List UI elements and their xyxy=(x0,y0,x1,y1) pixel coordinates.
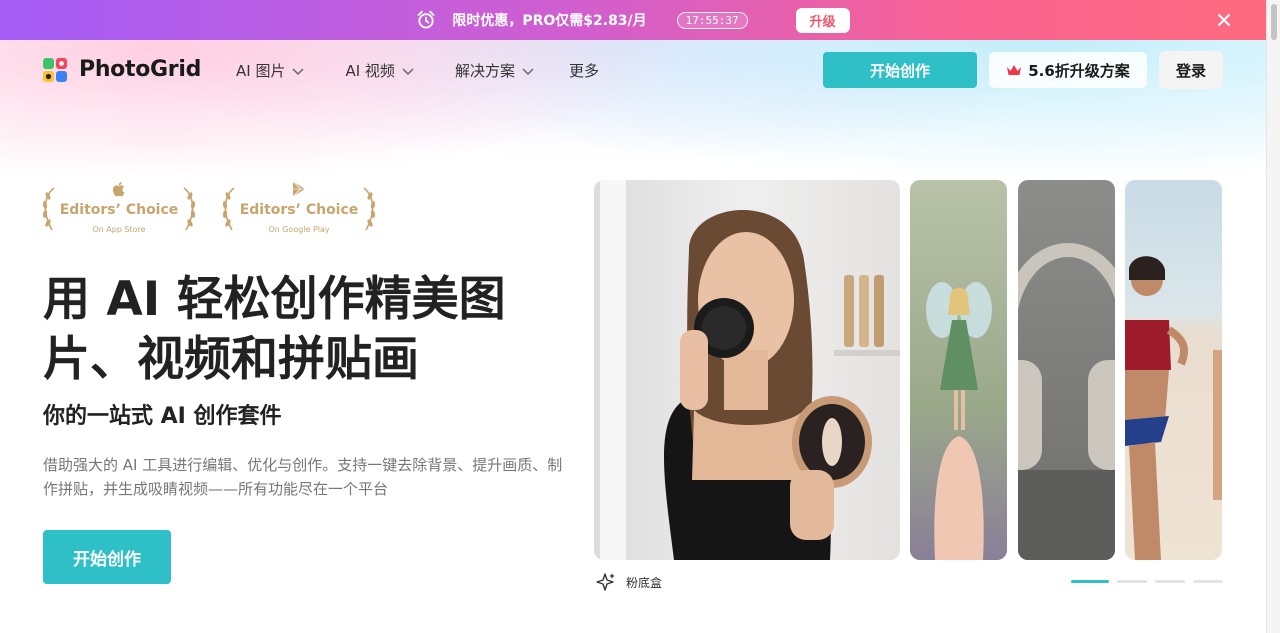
alarm-clock-icon xyxy=(417,10,435,29)
carousel-dot[interactable] xyxy=(1193,580,1223,583)
foundation-compact-photo xyxy=(594,180,900,560)
app-store-badge: Editors’ Choice On App Store xyxy=(40,180,198,238)
start-creating-button[interactable]: 开始创作 xyxy=(823,52,977,88)
nav-item-more[interactable]: 更多 xyxy=(569,60,599,81)
badge-title: Editors’ Choice xyxy=(59,202,179,218)
fairy-on-finger-photo xyxy=(910,180,1007,560)
carousel-caption: 粉底盒 xyxy=(596,572,662,592)
badge-subtitle: On Google Play xyxy=(268,225,330,234)
discount-label: 5.6折升级方案 xyxy=(1028,61,1130,80)
laurel-icon xyxy=(363,187,376,231)
carousel-dot[interactable] xyxy=(1117,580,1147,583)
nav-item-ai-video[interactable]: AI 视频 xyxy=(345,60,414,81)
carousel-dot[interactable] xyxy=(1155,580,1185,583)
sparkle-icon xyxy=(596,573,615,591)
hero-title: 用 AI 轻松创作精美图片、视频和拼贴画 xyxy=(43,272,506,387)
nav-item-ai-image[interactable]: AI 图片 xyxy=(236,60,305,81)
chevron-down-icon xyxy=(292,67,304,75)
hero-description: 借助强大的 AI 工具进行编辑、优化与创作。支持一键去除背景、提升画质、制作拼贴… xyxy=(43,456,563,498)
nav-item-label: 更多 xyxy=(568,62,599,80)
main-nav: AI 图片 AI 视频 解决方案 更多 xyxy=(236,60,599,81)
hero-start-creating-button[interactable]: 开始创作 xyxy=(43,530,171,584)
close-icon[interactable] xyxy=(1214,10,1234,30)
carousel-slide-foundation[interactable] xyxy=(594,180,900,560)
nav-item-label: 解决方案 xyxy=(454,62,515,80)
apple-icon xyxy=(112,182,125,197)
beach-runner-photo xyxy=(1125,180,1222,560)
badge-subtitle: On App Store xyxy=(92,225,146,234)
carousel-slide-fairy[interactable] xyxy=(910,180,1007,560)
nav-item-label: AI 图片 xyxy=(236,62,286,80)
laurel-icon xyxy=(183,187,196,231)
crown-icon xyxy=(1007,65,1022,75)
chevron-down-icon xyxy=(402,67,414,75)
google-play-icon xyxy=(292,181,305,197)
carousel-dot[interactable] xyxy=(1071,580,1109,583)
scrollbar-thumb[interactable] xyxy=(1271,4,1277,40)
carousel-caption-text: 粉底盒 xyxy=(626,575,663,590)
login-button[interactable]: 登录 xyxy=(1159,51,1223,89)
logo-text: PhotoGrid xyxy=(79,57,202,82)
promo-text: 限时优惠，PRO仅需$2.83/月 xyxy=(452,13,647,29)
carousel-slide-beach-runner[interactable] xyxy=(1125,180,1222,560)
site-header: PhotoGrid AI 图片 AI 视频 解决方案 更多 开始创作 5.6折升… xyxy=(0,40,1266,102)
promo-banner: 限时优惠，PRO仅需$2.83/月 17:55:37 升级 xyxy=(0,0,1266,40)
promo-countdown: 17:55:37 xyxy=(676,11,748,29)
carousel-pagination xyxy=(1071,580,1223,583)
discount-upgrade-button[interactable]: 5.6折升级方案 xyxy=(989,52,1147,88)
badge-title: Editors’ Choice xyxy=(239,202,359,218)
photogrid-logo-icon xyxy=(43,57,67,82)
logo[interactable]: PhotoGrid xyxy=(43,57,201,82)
page-scrollbar[interactable] xyxy=(1266,0,1280,633)
chevron-down-icon xyxy=(522,67,534,75)
nav-item-solutions[interactable]: 解决方案 xyxy=(455,60,535,81)
headphones-photo xyxy=(1018,180,1115,560)
carousel-slide-headphones[interactable] xyxy=(1018,180,1115,560)
nav-item-label: AI 视频 xyxy=(345,62,395,80)
google-play-badge: Editors’ Choice On Google Play xyxy=(220,180,378,238)
promo-upgrade-button[interactable]: 升级 xyxy=(795,7,850,33)
hero-subtitle: 你的一站式 AI 创作套件 xyxy=(43,404,282,429)
